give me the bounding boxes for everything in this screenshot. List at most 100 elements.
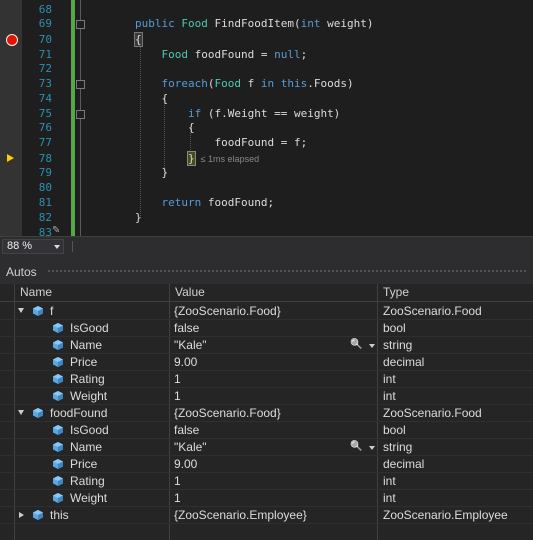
variable-row[interactable]: f {ZooScenario.Food} ZooScenario.Food [0, 303, 533, 320]
code-text: } [135, 211, 142, 224]
code-line: 82 } [0, 210, 533, 225]
variable-name: Name [70, 338, 103, 352]
code-line: 76 { [0, 120, 533, 135]
variable-row[interactable]: Weight 1 int [0, 388, 533, 405]
line-number: 74 [38, 92, 52, 105]
variable-name: Rating [70, 372, 105, 386]
zoom-dropdown[interactable]: 88 % [2, 239, 64, 254]
code-line: 73 foreach(Food f in this.Foods) [0, 76, 533, 91]
variable-name: IsGood [70, 321, 109, 335]
perf-tip[interactable]: ≤ 1ms elapsed [201, 154, 259, 164]
variable-name: f [50, 304, 54, 318]
magnifier-icon[interactable]: 🔍 [350, 441, 370, 454]
zoom-value: 88 % [7, 240, 33, 252]
variable-value[interactable]: 9.00 [174, 354, 197, 371]
expand-open-icon[interactable] [18, 308, 24, 313]
code-text: Food foodFound = null; [161, 48, 308, 61]
code-line: 74 { [0, 91, 533, 106]
variable-name: IsGood [70, 423, 109, 437]
variable-row[interactable]: Price 9.00 decimal [0, 456, 533, 473]
drag-grip[interactable] [47, 269, 527, 273]
line-number: 68 [38, 3, 52, 16]
code-text: return foodFound; [161, 196, 275, 209]
line-number: 76 [38, 121, 52, 134]
variable-row[interactable]: Weight 1 int [0, 490, 533, 507]
variable-type: bool [383, 423, 406, 437]
variable-type: ZooScenario.Employee [383, 508, 508, 522]
code-line: 69 public Food FindFoodItem(int weight) [0, 16, 533, 31]
visualizer-dropdown-icon[interactable] [369, 344, 375, 348]
field-icon [53, 442, 63, 452]
code-editor[interactable]: 68 69 public Food FindFoodItem(int weigh… [0, 0, 533, 236]
variable-row[interactable]: Price 9.00 decimal [0, 354, 533, 371]
chevron-down-icon [54, 245, 60, 249]
variable-value[interactable]: 9.00 [174, 456, 197, 473]
variable-name: Price [70, 355, 98, 369]
code-line: 72 [0, 61, 533, 76]
variable-row[interactable]: this {ZooScenario.Employee} ZooScenario.Em… [0, 507, 533, 524]
expand-closed-icon[interactable] [19, 512, 24, 518]
variable-value[interactable]: 1 [174, 490, 181, 507]
variable-row[interactable]: Rating 1 int [0, 473, 533, 490]
column-header-value[interactable]: Value [169, 284, 205, 301]
line-number: 73 [38, 77, 52, 90]
line-number: 79 [38, 166, 52, 179]
code-line: 80 [0, 180, 533, 195]
variable-name: this [50, 508, 69, 522]
line-number: 82 [38, 211, 52, 224]
variable-name: Weight [70, 491, 108, 505]
column-header-name[interactable]: Name [14, 284, 52, 301]
variable-name: Rating [70, 474, 105, 488]
variable-value[interactable]: {ZooScenario.Employee} [174, 507, 307, 524]
field-icon [53, 340, 63, 350]
variable-value[interactable]: false [174, 422, 199, 439]
line-number: 75 [38, 107, 52, 120]
variable-name: foodFound [50, 406, 108, 420]
line-number: 77 [38, 136, 52, 149]
variable-type: string [383, 440, 413, 454]
variable-name: Name [70, 440, 103, 454]
variable-row[interactable]: IsGood false bool [0, 320, 533, 337]
horizontal-scrollbar[interactable] [72, 241, 79, 252]
field-icon [53, 425, 63, 435]
code-line: 83 [0, 225, 533, 236]
variable-value[interactable]: {ZooScenario.Food} [174, 405, 281, 422]
column-header-row: Name Value Type [0, 284, 533, 302]
line-number: 81 [38, 196, 52, 209]
magnifier-icon[interactable]: 🔍 [350, 339, 370, 352]
variable-value[interactable]: 1 [174, 473, 181, 490]
code-text: foreach(Food f in this.Foods) [161, 77, 354, 90]
variable-row[interactable]: IsGood false bool [0, 422, 533, 439]
field-icon [53, 357, 63, 367]
pin-icon[interactable]: ✎ [52, 226, 64, 236]
field-icon [53, 374, 63, 384]
variable-value[interactable]: 1 [174, 388, 181, 405]
variable-type: string [383, 338, 413, 352]
field-icon [33, 306, 43, 316]
variable-row[interactable]: foodFound {ZooScenario.Food} ZooScenario.F… [0, 405, 533, 422]
expand-open-icon[interactable] [18, 410, 24, 415]
field-icon [53, 323, 63, 333]
variable-value[interactable]: "Kale" [174, 439, 207, 456]
autos-panel-header[interactable]: Autos [0, 256, 533, 284]
autos-grid[interactable]: Name Value Type f {ZooScenario.Food} ZooSc… [0, 284, 533, 540]
line-number: 69 [38, 17, 52, 30]
code-text: { [134, 32, 143, 47]
variable-name: Price [70, 457, 98, 471]
code-text: } [135, 166, 169, 179]
visualizer-dropdown-icon[interactable] [369, 446, 375, 450]
variable-row[interactable]: Name "Kale" 🔍 string [0, 439, 533, 456]
field-icon [53, 476, 63, 486]
field-icon [33, 408, 43, 418]
editor-status-bar: 88 % [0, 236, 533, 256]
code-line: 68 [0, 2, 533, 17]
code-line-current: 78 } ≤ 1ms elapsed [0, 151, 533, 166]
variable-value[interactable]: false [174, 320, 199, 337]
variable-row[interactable]: Name "Kale" 🔍 string [0, 337, 533, 354]
variable-value[interactable]: 1 [174, 371, 181, 388]
column-header-type[interactable]: Type [377, 284, 409, 301]
code-line: 79 } [0, 165, 533, 180]
variable-row[interactable]: Rating 1 int [0, 371, 533, 388]
variable-value[interactable]: {ZooScenario.Food} [174, 303, 281, 320]
variable-value[interactable]: "Kale" [174, 337, 207, 354]
